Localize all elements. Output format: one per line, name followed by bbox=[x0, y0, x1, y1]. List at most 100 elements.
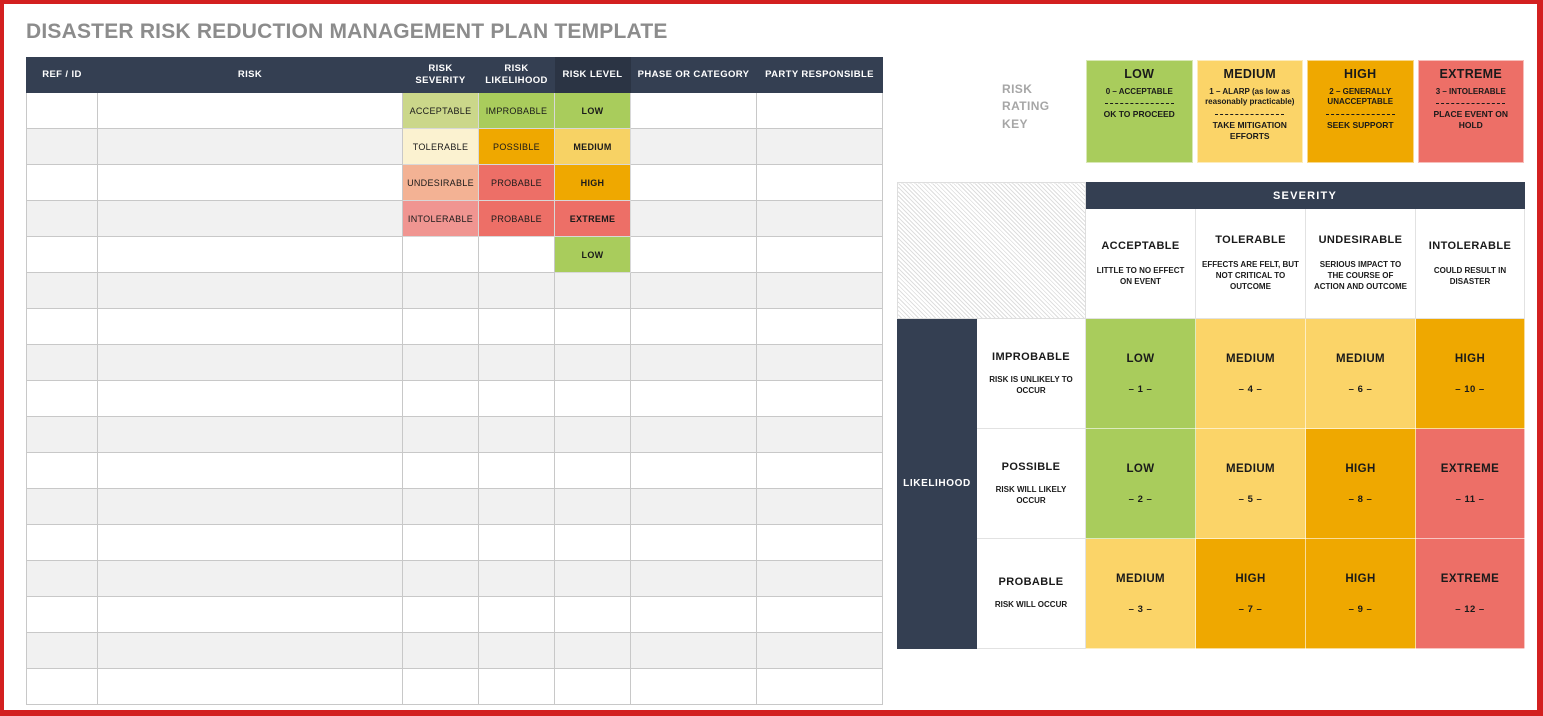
cell-risk_level[interactable] bbox=[554, 668, 631, 705]
cell-risk[interactable] bbox=[97, 488, 403, 525]
cell-risk_severity[interactable] bbox=[402, 632, 479, 669]
cell-party_responsible[interactable] bbox=[756, 452, 883, 489]
cell-ref_id[interactable] bbox=[26, 452, 98, 489]
key-box-low[interactable]: LOW 0 – ACCEPTABLE OK TO PROCEED bbox=[1086, 60, 1193, 163]
matrix-cell-8[interactable]: HIGH – 8 – bbox=[1305, 428, 1416, 539]
matrix-cell-5[interactable]: MEDIUM – 5 – bbox=[1195, 428, 1306, 539]
cell-party_responsible[interactable] bbox=[756, 632, 883, 669]
cell-ref_id[interactable] bbox=[26, 200, 98, 237]
cell-phase_or_category[interactable] bbox=[630, 200, 757, 237]
key-box-medium[interactable]: MEDIUM 1 – ALARP (as low as reasonably p… bbox=[1196, 60, 1303, 163]
cell-ref_id[interactable] bbox=[26, 380, 98, 417]
cell-risk_severity[interactable]: TOLERABLE bbox=[402, 128, 479, 165]
cell-party_responsible[interactable] bbox=[756, 560, 883, 597]
cell-phase_or_category[interactable] bbox=[630, 560, 757, 597]
cell-risk_level[interactable]: LOW bbox=[554, 92, 631, 129]
cell-risk_severity[interactable]: UNDESIRABLE bbox=[402, 164, 479, 201]
matrix-cell-6[interactable]: MEDIUM – 6 – bbox=[1305, 318, 1416, 429]
cell-risk_level[interactable] bbox=[554, 524, 631, 561]
cell-phase_or_category[interactable] bbox=[630, 632, 757, 669]
cell-risk_level[interactable]: EXTREME bbox=[554, 200, 631, 237]
cell-risk[interactable] bbox=[97, 164, 403, 201]
cell-phase_or_category[interactable] bbox=[630, 416, 757, 453]
cell-phase_or_category[interactable] bbox=[630, 380, 757, 417]
cell-party_responsible[interactable] bbox=[756, 308, 883, 345]
cell-risk[interactable] bbox=[97, 344, 403, 381]
matrix-cell-4[interactable]: MEDIUM – 4 – bbox=[1195, 318, 1306, 429]
cell-risk_severity[interactable] bbox=[402, 452, 479, 489]
cell-phase_or_category[interactable] bbox=[630, 164, 757, 201]
cell-risk_likelihood[interactable] bbox=[478, 560, 555, 597]
cell-risk_severity[interactable]: ACCEPTABLE bbox=[402, 92, 479, 129]
key-box-extreme[interactable]: EXTREME 3 – INTOLERABLE PLACE EVENT ON H… bbox=[1417, 60, 1524, 163]
cell-party_responsible[interactable] bbox=[756, 380, 883, 417]
cell-ref_id[interactable] bbox=[26, 164, 98, 201]
cell-risk_likelihood[interactable] bbox=[478, 668, 555, 705]
cell-phase_or_category[interactable] bbox=[630, 488, 757, 525]
cell-risk_likelihood[interactable] bbox=[478, 452, 555, 489]
cell-risk_level[interactable] bbox=[554, 380, 631, 417]
cell-risk_likelihood[interactable] bbox=[478, 344, 555, 381]
cell-risk_severity[interactable] bbox=[402, 560, 479, 597]
cell-risk_severity[interactable] bbox=[402, 416, 479, 453]
matrix-cell-9[interactable]: HIGH – 9 – bbox=[1305, 538, 1416, 649]
cell-risk_likelihood[interactable] bbox=[478, 524, 555, 561]
matrix-cell-3[interactable]: MEDIUM – 3 – bbox=[1085, 538, 1196, 649]
cell-ref_id[interactable] bbox=[26, 596, 98, 633]
matrix-cell-1[interactable]: LOW – 1 – bbox=[1085, 318, 1196, 429]
cell-ref_id[interactable] bbox=[26, 560, 98, 597]
cell-ref_id[interactable] bbox=[26, 92, 98, 129]
cell-risk_severity[interactable] bbox=[402, 380, 479, 417]
cell-risk[interactable] bbox=[97, 380, 403, 417]
cell-risk_likelihood[interactable]: POSSIBLE bbox=[478, 128, 555, 165]
cell-risk_severity[interactable] bbox=[402, 308, 479, 345]
cell-risk_level[interactable] bbox=[554, 308, 631, 345]
cell-phase_or_category[interactable] bbox=[630, 596, 757, 633]
cell-risk_likelihood[interactable] bbox=[478, 416, 555, 453]
cell-ref_id[interactable] bbox=[26, 308, 98, 345]
cell-party_responsible[interactable] bbox=[756, 416, 883, 453]
cell-party_responsible[interactable] bbox=[756, 668, 883, 705]
cell-risk[interactable] bbox=[97, 668, 403, 705]
matrix-cell-7[interactable]: HIGH – 7 – bbox=[1195, 538, 1306, 649]
cell-risk_severity[interactable] bbox=[402, 344, 479, 381]
cell-risk_severity[interactable] bbox=[402, 236, 479, 273]
cell-risk_likelihood[interactable] bbox=[478, 380, 555, 417]
cell-risk[interactable] bbox=[97, 632, 403, 669]
cell-ref_id[interactable] bbox=[26, 632, 98, 669]
cell-party_responsible[interactable] bbox=[756, 236, 883, 273]
cell-party_responsible[interactable] bbox=[756, 200, 883, 237]
cell-ref_id[interactable] bbox=[26, 416, 98, 453]
cell-risk[interactable] bbox=[97, 308, 403, 345]
matrix-cell-11[interactable]: EXTREME – 11 – bbox=[1414, 428, 1526, 539]
cell-risk_level[interactable] bbox=[554, 596, 631, 633]
cell-party_responsible[interactable] bbox=[756, 128, 883, 165]
cell-phase_or_category[interactable] bbox=[630, 668, 757, 705]
cell-phase_or_category[interactable] bbox=[630, 308, 757, 345]
cell-risk_likelihood[interactable] bbox=[478, 308, 555, 345]
cell-ref_id[interactable] bbox=[26, 488, 98, 525]
cell-risk_severity[interactable] bbox=[402, 668, 479, 705]
cell-risk_level[interactable] bbox=[554, 488, 631, 525]
cell-party_responsible[interactable] bbox=[756, 344, 883, 381]
cell-risk_likelihood[interactable]: PROBABLE bbox=[478, 200, 555, 237]
cell-risk[interactable] bbox=[97, 596, 403, 633]
cell-phase_or_category[interactable] bbox=[630, 92, 757, 129]
cell-risk_level[interactable] bbox=[554, 560, 631, 597]
cell-phase_or_category[interactable] bbox=[630, 128, 757, 165]
cell-risk_level[interactable] bbox=[554, 452, 631, 489]
cell-risk_level[interactable]: MEDIUM bbox=[554, 128, 631, 165]
cell-risk_likelihood[interactable]: PROBABLE bbox=[478, 164, 555, 201]
cell-risk_level[interactable]: HIGH bbox=[554, 164, 631, 201]
cell-party_responsible[interactable] bbox=[756, 488, 883, 525]
cell-risk_severity[interactable] bbox=[402, 596, 479, 633]
cell-risk[interactable] bbox=[97, 524, 403, 561]
cell-risk_likelihood[interactable] bbox=[478, 632, 555, 669]
cell-party_responsible[interactable] bbox=[756, 92, 883, 129]
cell-party_responsible[interactable] bbox=[756, 596, 883, 633]
matrix-cell-2[interactable]: LOW – 2 – bbox=[1085, 428, 1196, 539]
cell-party_responsible[interactable] bbox=[756, 272, 883, 309]
cell-party_responsible[interactable] bbox=[756, 164, 883, 201]
key-box-high[interactable]: HIGH 2 – GENERALLY UNACCEPTABLE SEEK SUP… bbox=[1307, 60, 1414, 163]
cell-ref_id[interactable] bbox=[26, 128, 98, 165]
